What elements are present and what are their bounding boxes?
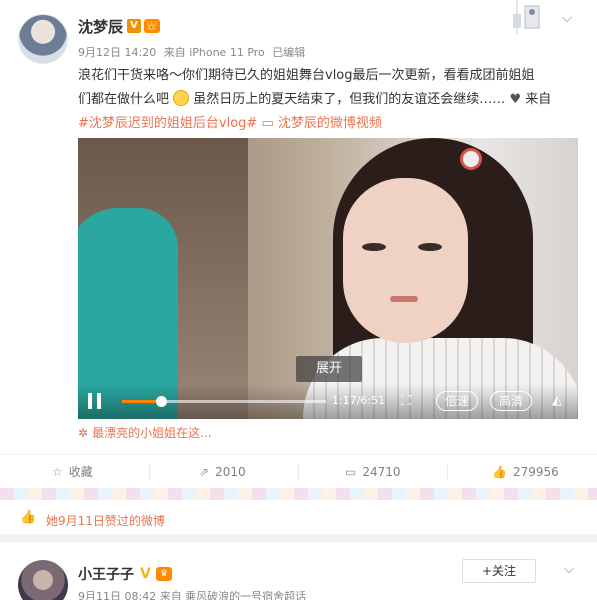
flower-icon: ✲ [78, 426, 89, 440]
post-meta: 9月11日 08:42 来自 乘风破浪的一号宿舍超话 [78, 590, 307, 600]
edited-label[interactable]: 已编辑 [272, 46, 305, 59]
member-crown-badge: 👑 [144, 19, 160, 33]
weibo-post: 沈梦辰 V 👑 ⌵ 9月12日 14:20 来自 iPhone 11 Pro 已… [0, 0, 597, 488]
chevron-down-icon[interactable]: ⌵ [562, 12, 576, 26]
video-frame-face [343, 178, 468, 343]
thumb-up-icon: 👍 [492, 465, 507, 479]
video-link-icon: ▭ [261, 116, 278, 131]
video-frame-mouth [390, 296, 418, 302]
progress-handle[interactable] [155, 396, 167, 407]
fullscreen-icon[interactable]: ⛶ [401, 394, 415, 408]
post-text-line1: 浪花们干货来咯～你们期待已久的姐姐舞台vlog最后一次更新，看看成团前姐姐 [78, 68, 535, 83]
weibo-post-2: 小王子子 V ♛ +关注 ⌵ 9月11日 08:42 来自 乘风破浪的一号宿舍超… [0, 550, 597, 600]
thumb-up-icon: 👍 [20, 510, 37, 525]
divider [149, 465, 150, 479]
divider [447, 465, 448, 479]
post-text-line2b: 虽然日历上的夏天结束了，但我们的友谊还会继续…… [193, 92, 506, 107]
like-button[interactable]: 👍 279956 [492, 455, 559, 489]
chevron-down-icon[interactable]: ⌵ [564, 562, 574, 577]
video-time: 1:17/6:51 [332, 394, 386, 407]
video-controls: 1:17/6:51 ⛶ 倍速 高清 ◭ [78, 384, 578, 419]
video-link[interactable]: 沈梦辰的微博视频 [278, 116, 382, 131]
favorite-button[interactable]: ☆ 收藏 [52, 455, 93, 489]
like-count: 279956 [512, 465, 559, 479]
avatar[interactable] [18, 560, 68, 600]
video-caption[interactable]: ✲ 最漂亮的小姐姐在这... [78, 424, 212, 441]
card-decoration [497, 0, 557, 34]
member-crown-badge: ♛ [156, 567, 172, 581]
speed-button[interactable]: 倍速 [436, 391, 479, 411]
username[interactable]: 沈梦辰 [78, 16, 123, 37]
video-frame-eye [418, 243, 442, 251]
progress-bar[interactable] [122, 396, 326, 407]
action-bar: ☆ 收藏 ⇗ 2010 ▭ 24710 👍 279956 [0, 454, 597, 488]
pause-icon[interactable] [88, 393, 102, 409]
avatar[interactable] [18, 14, 68, 64]
like-notice-text: 她9月11日赞过的微博 [46, 514, 165, 528]
username[interactable]: 小王子子 [78, 564, 134, 584]
follow-button[interactable]: +关注 [462, 559, 536, 583]
smile-emoji-icon [173, 90, 190, 106]
verified-badge: V [140, 566, 151, 582]
post-text-line2c: 来自 [525, 92, 552, 107]
expand-button[interactable]: 展开 [296, 356, 362, 382]
post-text-line2a: 们都在做什么吧 [78, 92, 170, 107]
progress-fill [122, 400, 161, 403]
hashtag-link[interactable]: #沈梦辰迟到的姐姐后台vlog# [78, 116, 257, 131]
decorative-band [0, 488, 597, 500]
favorite-label: 收藏 [68, 465, 93, 479]
comment-icon: ▭ [345, 465, 357, 479]
comment-count: 24710 [362, 465, 401, 479]
post-text: 浪花们干货来咯～你们期待已久的姐姐舞台vlog最后一次更新，看看成团前姐姐 们都… [78, 64, 578, 136]
volume-icon[interactable]: ◭ [552, 394, 566, 408]
post-source: 来自 iPhone 11 Pro [163, 46, 265, 59]
star-icon: ☆ [52, 465, 63, 479]
repost-button[interactable]: ⇗ 2010 [199, 455, 246, 489]
video-frame-eye [362, 243, 386, 251]
repost-icon: ⇗ [199, 465, 210, 479]
video-player[interactable]: 展开 1:17/6:51 ⛶ 倍速 高清 ◭ [78, 138, 578, 419]
verified-badge: V [127, 19, 141, 33]
post-meta: 9月12日 14:20 来自 iPhone 11 Pro 已编辑 [78, 44, 309, 60]
quality-button[interactable]: 高清 [490, 391, 533, 411]
repost-count: 2010 [215, 465, 246, 479]
divider [298, 465, 299, 479]
comment-button[interactable]: ▭ 24710 [345, 455, 401, 489]
like-notice: 👍 她9月11日赞过的微博 [0, 500, 597, 542]
post-date[interactable]: 9月12日 14:20 [78, 46, 156, 59]
heart-icon: ♥ [509, 92, 522, 107]
video-caption-text: 最漂亮的小姐姐在这... [92, 426, 212, 440]
video-frame-hairclip [460, 148, 482, 170]
